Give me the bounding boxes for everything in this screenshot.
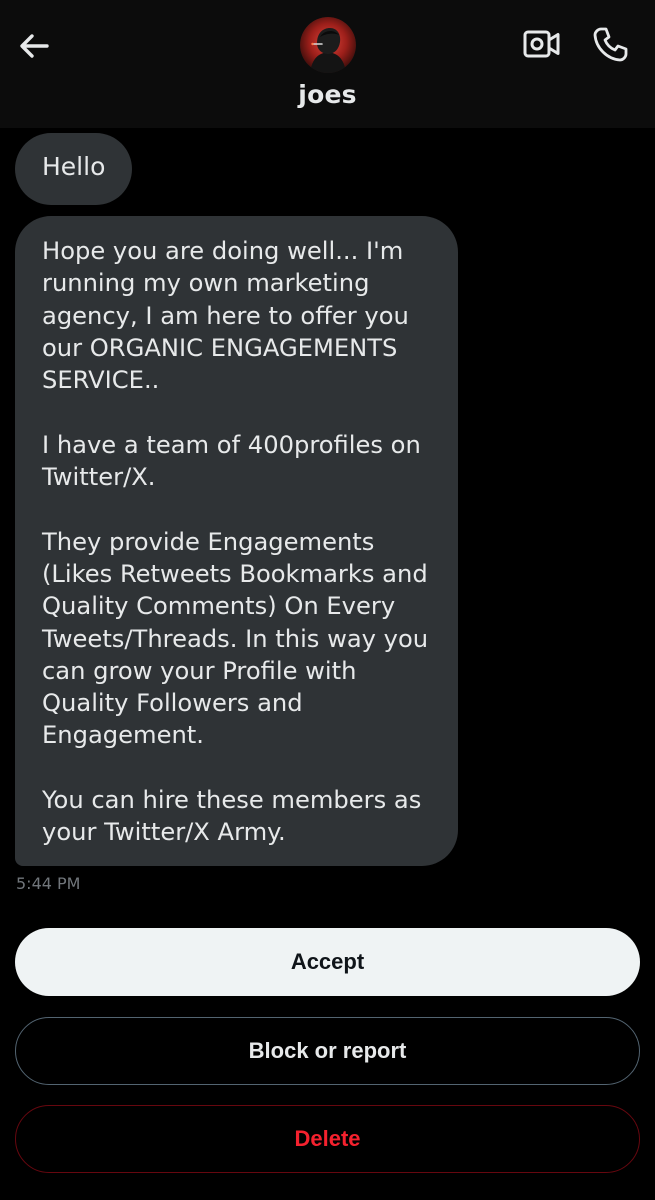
phone-icon bbox=[593, 27, 628, 62]
accept-button-label: Accept bbox=[290, 949, 365, 974]
block-or-report-button[interactable]: Block or report bbox=[15, 1017, 640, 1085]
conversation-header: joes bbox=[0, 0, 655, 128]
delete-button[interactable]: Delete bbox=[15, 1105, 640, 1173]
delete-button-label: Delete bbox=[294, 1126, 361, 1151]
user-avatar-icon bbox=[300, 17, 356, 73]
message-bubble[interactable]: Hello bbox=[15, 133, 133, 205]
accept-button[interactable]: Accept bbox=[15, 928, 640, 996]
avatar[interactable] bbox=[300, 17, 356, 73]
video-call-button[interactable] bbox=[520, 24, 564, 64]
back-button[interactable] bbox=[14, 26, 54, 66]
message-timestamp: 5:44 PM bbox=[16, 874, 81, 893]
video-camera-icon bbox=[523, 30, 560, 58]
arrow-left-icon bbox=[20, 34, 49, 58]
block-or-report-label: Block or report bbox=[248, 1038, 407, 1063]
conversation-username[interactable]: joes bbox=[0, 80, 655, 109]
message-bubble[interactable]: Hope you are doing well... I'm running m… bbox=[15, 216, 458, 866]
voice-call-button[interactable] bbox=[588, 22, 632, 66]
